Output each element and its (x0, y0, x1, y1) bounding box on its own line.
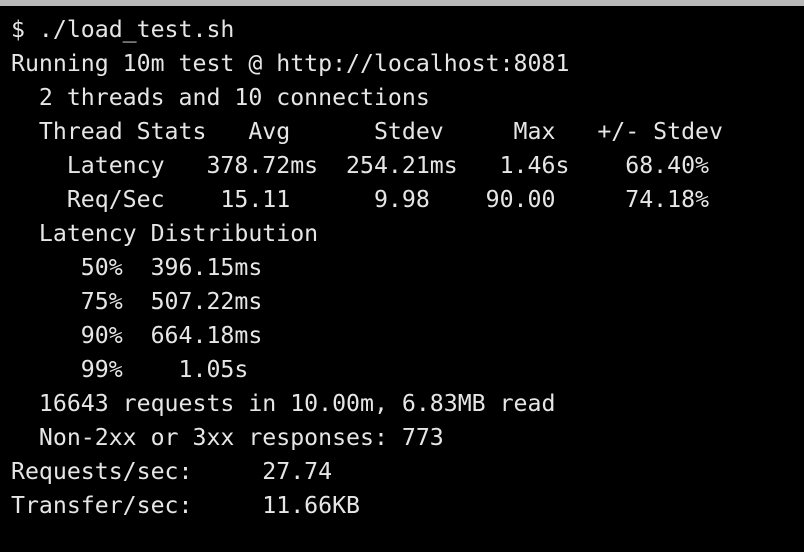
latency-stats-row: Latency 378.72ms 254.21ms 1.46s 68.40% (11, 152, 710, 179)
command-prompt-line: $ ./load_test.sh (11, 16, 235, 43)
latency-p50-row: 50% 396.15ms (11, 254, 263, 281)
req-sec-stats-row: Req/Sec 15.11 9.98 90.00 74.18% (11, 186, 710, 213)
transfer-per-sec-line: Transfer/sec: 11.66KB (11, 492, 361, 519)
latency-p75-row: 75% 507.22ms (11, 288, 263, 315)
terminal-output[interactable]: $ ./load_test.sh Running 10m test @ http… (11, 13, 723, 523)
non-2xx-responses-line: Non-2xx or 3xx responses: 773 (11, 424, 444, 451)
threads-connections-line: 2 threads and 10 connections (11, 84, 430, 111)
latency-p99-row: 99% 1.05s (11, 356, 249, 383)
test-summary-line: Running 10m test @ http://localhost:8081 (11, 50, 570, 77)
latency-distribution-header: Latency Distribution (11, 220, 319, 247)
requests-per-sec-line: Requests/sec: 27.74 (11, 458, 333, 485)
terminal-top-border (0, 0, 804, 6)
terminal-window[interactable]: $ ./load_test.sh Running 10m test @ http… (0, 0, 804, 552)
thread-stats-header: Thread Stats Avg Stdev Max +/- Stdev (11, 118, 723, 145)
latency-p90-row: 90% 664.18ms (11, 322, 263, 349)
requests-total-line: 16643 requests in 10.00m, 6.83MB read (11, 390, 556, 417)
